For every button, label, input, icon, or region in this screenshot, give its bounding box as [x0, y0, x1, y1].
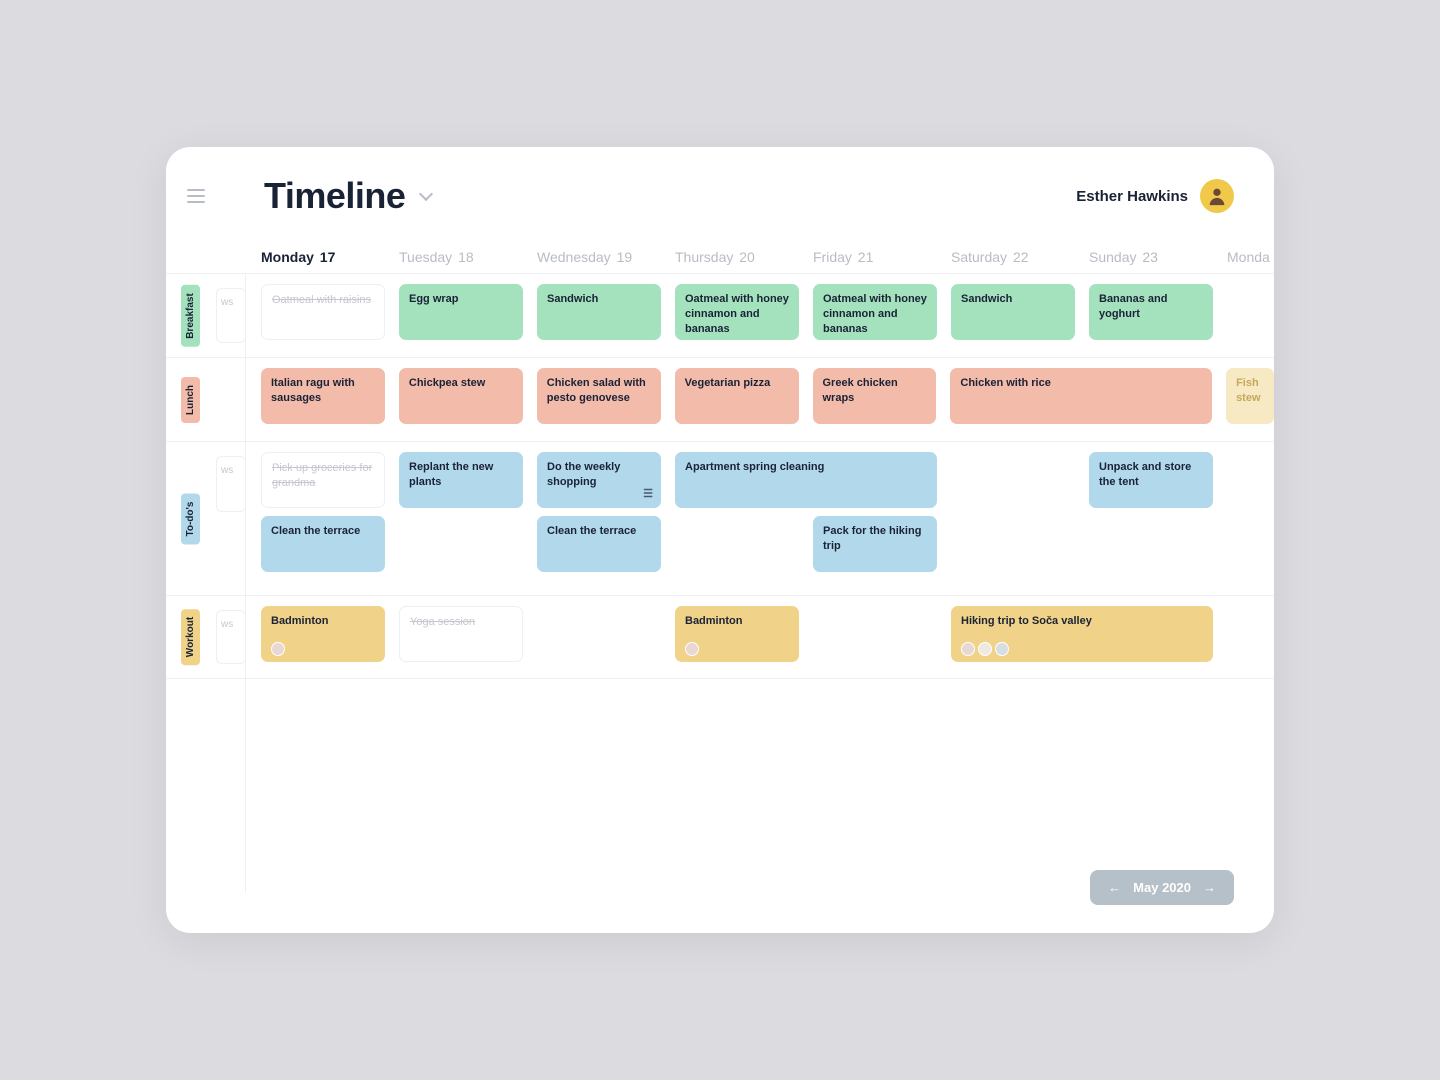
card-lunch-wed[interactable]: Chicken salad with pesto genovese	[537, 368, 661, 424]
row-todos: To-do's ws Pick up groceries for grandma…	[166, 441, 1274, 595]
card-lunch-mon[interactable]: Italian ragu with sausages	[261, 368, 385, 424]
menu-icon[interactable]	[182, 182, 210, 210]
card-workout-hiking[interactable]: Hiking trip to Soča valley	[951, 606, 1213, 662]
prev-month-icon[interactable]: ←	[1108, 880, 1121, 895]
prev-week-peek[interactable]: ws	[216, 456, 246, 512]
card-todo-thu-fri-cleaning[interactable]: Apartment spring cleaning	[675, 452, 937, 508]
day-next-monday[interactable]: Monda	[1227, 249, 1274, 265]
day-sunday[interactable]: Sunday 23	[1089, 249, 1227, 265]
prev-week-peek[interactable]: ws	[216, 288, 246, 343]
card-breakfast-sun[interactable]: Bananas and yoghurt	[1089, 284, 1213, 340]
card-todo-sun-tent[interactable]: Unpack and store the tent	[1089, 452, 1213, 508]
card-breakfast-mon[interactable]: Oatmeal with raisins	[261, 284, 385, 340]
card-workout-thu-badminton[interactable]: Badminton	[675, 606, 799, 662]
day-wednesday[interactable]: Wednesday 19	[537, 249, 675, 265]
card-todo-wed-terrace[interactable]: Clean the terrace	[537, 516, 661, 572]
card-lunch-tue[interactable]: Chickpea stew	[399, 368, 523, 424]
category-lunch[interactable]: Lunch	[181, 377, 200, 423]
prev-week-peek[interactable]: ws	[216, 610, 246, 664]
day-saturday[interactable]: Saturday 22	[951, 249, 1089, 265]
card-breakfast-thu[interactable]: Oatmeal with honey cinnamon and bananas	[675, 284, 799, 340]
empty-cell	[813, 606, 937, 662]
card-lunch-fri[interactable]: Greek chicken wraps	[813, 368, 937, 424]
user-profile[interactable]: Esther Hawkins	[1076, 179, 1234, 213]
participant-avatars	[685, 642, 699, 656]
next-month-icon[interactable]: →	[1203, 880, 1216, 895]
day-monday[interactable]: Monday 17	[261, 249, 399, 265]
page-title: Timeline	[264, 175, 405, 217]
card-todo-tue-replant[interactable]: Replant the new plants	[399, 452, 523, 508]
card-todo-wed-shopping[interactable]: Do the weekly shopping☰	[537, 452, 661, 508]
timeline-body: Breakfast ws Oatmeal with raisins Egg wr…	[166, 273, 1274, 679]
participant-avatars	[961, 642, 1009, 656]
day-tuesday[interactable]: Tuesday 18	[399, 249, 537, 265]
empty-cell	[537, 606, 661, 662]
title-group: Timeline	[264, 175, 433, 217]
avatar[interactable]	[1200, 179, 1234, 213]
checklist-icon: ☰	[643, 487, 653, 502]
days-header: Monday 17 Tuesday 18 Wednesday 19 Thursd…	[166, 249, 1274, 265]
month-navigator[interactable]: ← May 2020 →	[1090, 870, 1234, 905]
month-label: May 2020	[1133, 880, 1191, 895]
day-thursday[interactable]: Thursday 20	[675, 249, 813, 265]
timeline-app: Timeline Esther Hawkins Monday 17 Tuesda…	[166, 147, 1274, 933]
card-lunch-thu[interactable]: Vegetarian pizza	[675, 368, 799, 424]
day-friday[interactable]: Friday 21	[813, 249, 951, 265]
empty-cell	[399, 516, 523, 572]
chevron-down-icon[interactable]	[419, 189, 433, 203]
row-lunch: Lunch Italian ragu with sausages Chickpe…	[166, 357, 1274, 441]
category-todos[interactable]: To-do's	[181, 493, 200, 544]
card-breakfast-wed[interactable]: Sandwich	[537, 284, 661, 340]
header: Timeline Esther Hawkins	[166, 147, 1274, 233]
empty-cell	[951, 452, 1075, 508]
participant-avatars	[271, 642, 285, 656]
card-workout-tue-yoga[interactable]: Yoga session	[399, 606, 523, 662]
card-breakfast-sat[interactable]: Sandwich	[951, 284, 1075, 340]
user-name: Esther Hawkins	[1076, 188, 1188, 205]
card-breakfast-tue[interactable]: Egg wrap	[399, 284, 523, 340]
card-lunch-next[interactable]: Fish stew	[1226, 368, 1274, 424]
card-todo-mon-groceries[interactable]: Pick up groceries for grandma	[261, 452, 385, 508]
empty-cell	[675, 516, 799, 572]
card-lunch-sat-sun[interactable]: Chicken with rice	[950, 368, 1212, 424]
card-workout-mon-badminton[interactable]: Badminton	[261, 606, 385, 662]
row-breakfast: Breakfast ws Oatmeal with raisins Egg wr…	[166, 273, 1274, 357]
card-todo-mon-terrace[interactable]: Clean the terrace	[261, 516, 385, 572]
row-workout: Workout ws Badminton Yoga session Badmin…	[166, 595, 1274, 679]
card-breakfast-fri[interactable]: Oatmeal with honey cinnamon and bananas	[813, 284, 937, 340]
card-todo-fri-pack[interactable]: Pack for the hiking trip	[813, 516, 937, 572]
category-breakfast[interactable]: Breakfast	[181, 285, 200, 347]
category-workout[interactable]: Workout	[181, 609, 200, 665]
